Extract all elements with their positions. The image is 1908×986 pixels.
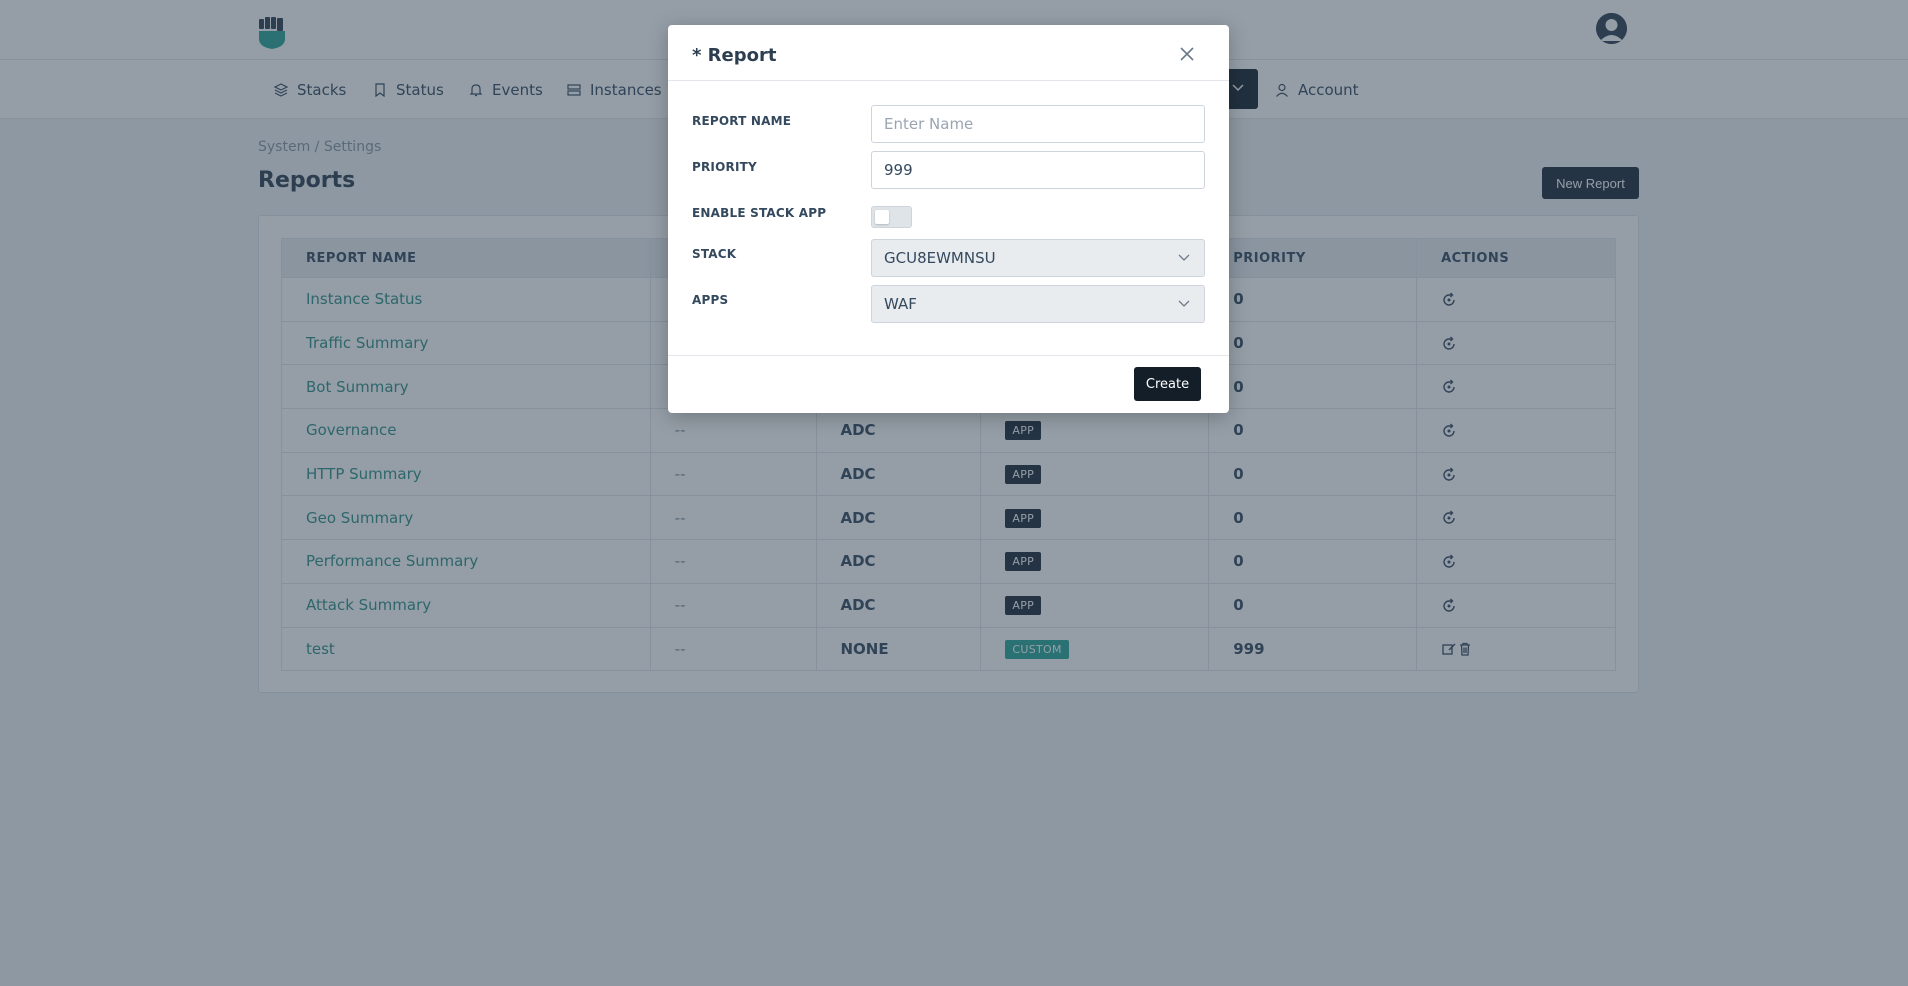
report-name-label: REPORT NAME — [692, 114, 792, 128]
stack-label: STACK — [692, 247, 737, 261]
apps-select[interactable]: WAF — [871, 285, 1205, 323]
stack-select[interactable]: GCU8EWMNSU — [871, 239, 1205, 277]
chevron-down-icon — [1178, 300, 1190, 307]
apps-label: APPS — [692, 293, 729, 307]
report-modal: * Report REPORT NAME PRIORITY ENABLE STA… — [668, 25, 1229, 413]
report-name-input[interactable] — [871, 105, 1205, 143]
stack-select-value: GCU8EWMNSU — [884, 249, 996, 267]
modal-title: * Report — [692, 45, 777, 66]
priority-label: PRIORITY — [692, 160, 757, 174]
create-button[interactable]: Create — [1134, 367, 1201, 401]
enable-stack-app-label: ENABLE STACK APP — [692, 206, 827, 220]
modal-header: * Report — [668, 25, 1229, 81]
toggle-knob — [875, 210, 889, 224]
enable-stack-app-toggle[interactable] — [871, 206, 912, 228]
priority-input[interactable] — [871, 151, 1205, 189]
chevron-down-icon — [1178, 254, 1190, 261]
close-icon[interactable] — [1178, 45, 1196, 63]
apps-select-value: WAF — [884, 295, 917, 313]
